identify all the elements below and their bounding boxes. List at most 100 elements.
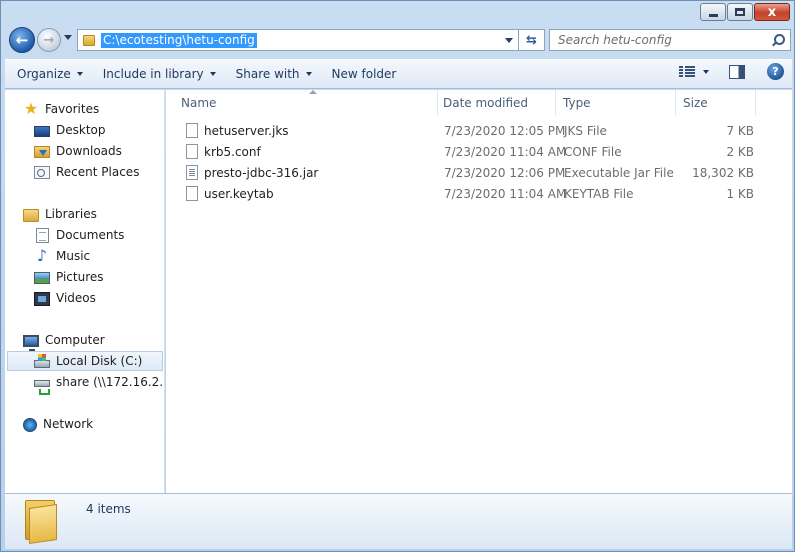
videos-icon [34,291,50,306]
chevron-down-icon [76,72,83,76]
minimize-icon [708,13,718,17]
sidebar-item-label: Local Disk (C:) [56,354,143,368]
network-icon [23,417,37,432]
folder-icon [25,500,59,544]
file-icon [186,144,198,159]
sidebar-item-network[interactable]: Network [23,414,164,434]
refresh-button[interactable]: ⇆ [519,29,545,51]
file-size: 1 KB [726,187,754,201]
search-input[interactable]: Search hetu-config [550,33,771,47]
sidebar-item-videos[interactable]: Videos [34,288,164,308]
sidebar-item-favorites[interactable]: ★ Favorites [23,99,164,119]
preview-pane-icon[interactable] [729,64,745,79]
include-in-library-button[interactable]: Include in library [95,61,224,87]
maximize-button[interactable] [727,3,753,21]
toolbar-right: ? [679,63,784,80]
recent-places-icon [34,166,50,179]
file-type: CONF File [564,145,622,159]
sidebar-item-label: Libraries [45,207,97,221]
new-folder-label: New folder [331,67,397,81]
sidebar-item-label: Documents [56,228,125,242]
help-icon[interactable]: ? [767,63,784,80]
address-dropdown-icon[interactable] [505,38,513,43]
sidebar-item-downloads[interactable]: Downloads [34,141,164,161]
change-view-icon[interactable] [679,65,695,78]
column-header-date-modified[interactable]: Date modified [436,90,556,116]
sidebar-item-music[interactable]: ♪ Music [34,246,164,266]
documents-icon [36,227,49,243]
share-with-button[interactable]: Share with [228,61,320,87]
file-icon [186,186,198,201]
search-icon[interactable] [771,33,785,47]
sidebar-item-label: Music [56,249,91,263]
navigation-bar: ← → C:\ecotesting\hetu-config ⇆ Search h… [5,25,792,55]
column-header-type[interactable]: Type [556,90,676,116]
file-type: KEYTAB File [564,187,634,201]
chevron-down-icon [305,72,312,76]
search-box[interactable]: Search hetu-config [549,29,791,51]
back-button[interactable]: ← [9,27,35,53]
file-size: 2 KB [726,145,754,159]
sidebar-item-local-disk[interactable]: Local Disk (C:) [7,351,163,371]
sidebar-item-label: Recent Places [56,165,140,179]
file-date-modified: 7/23/2020 11:04 AM [444,187,567,201]
file-name: hetuserver.jks [204,124,289,138]
sidebar-item-libraries[interactable]: Libraries [23,204,164,224]
star-icon: ★ [23,99,39,118]
explorer-window: x ← → C:\ecotesting\hetu-config ⇆ Search… [0,0,795,552]
sidebar-item-label: Videos [56,291,96,305]
sort-ascending-icon [309,90,317,94]
column-header-label: Name [181,96,217,110]
details-pane: 4 items [5,493,792,549]
file-date-modified: 7/23/2020 11:04 AM [444,145,567,159]
file-date-modified: 7/23/2020 12:05 PM [444,124,566,138]
sidebar-item-computer[interactable]: Computer [23,330,164,352]
forward-button[interactable]: → [37,28,61,52]
file-icon [186,123,198,138]
forward-arrow-icon: → [43,32,55,48]
sidebar-item-desktop[interactable]: Desktop [34,120,164,140]
sidebar-item-network-share[interactable]: share (\\172.16.2.200 [34,372,164,395]
close-icon: x [767,4,777,20]
network-share-icon [34,380,50,395]
sidebar-item-label: Pictures [56,270,104,284]
view-options-dropdown[interactable] [703,69,709,74]
file-type: JKS File [564,124,607,138]
column-header-label: Type [563,96,591,110]
column-header-name[interactable]: Name [174,90,438,116]
address-bar[interactable]: C:\ecotesting\hetu-config [77,29,519,51]
table-row[interactable]: krb5.conf 7/23/2020 11:04 AM CONF File 2… [180,142,760,163]
new-folder-button[interactable]: New folder [324,61,405,87]
include-in-library-label: Include in library [102,67,204,81]
file-name: presto-jdbc-316.jar [204,166,319,180]
column-header-label: Date modified [443,96,529,110]
table-row[interactable]: presto-jdbc-316.jar 7/23/2020 12:06 PM E… [180,163,760,184]
file-list: Name Date modified Type Size hetuserver.… [166,90,792,493]
music-icon: ♪ [36,246,48,265]
recent-pages-dropdown[interactable] [64,35,72,40]
sidebar-item-label: Computer [45,333,105,347]
sidebar-item-label: share (\\172.16.2.200 [56,375,164,389]
close-button[interactable]: x [754,3,790,21]
desktop-icon [34,125,50,137]
column-header-size[interactable]: Size [676,90,756,116]
address-text[interactable]: C:\ecotesting\hetu-config [101,32,257,48]
sidebar-item-recent-places[interactable]: Recent Places [34,162,164,182]
item-count: 4 items [86,502,131,516]
file-date-modified: 7/23/2020 12:06 PM [444,166,566,180]
maximize-icon [735,8,745,16]
sidebar-item-documents[interactable]: Documents [34,225,164,245]
folder-icon [83,34,95,46]
computer-icon [23,334,39,352]
navigation-pane: ★ Favorites Desktop Downloads Recent Pla… [5,90,165,493]
file-type: Executable Jar File [564,166,674,180]
sidebar-item-pictures[interactable]: Pictures [34,267,164,287]
back-arrow-icon: ← [15,31,29,49]
refresh-icon: ⇆ [526,32,537,48]
organize-button[interactable]: Organize [9,61,91,87]
table-row[interactable]: user.keytab 7/23/2020 11:04 AM KEYTAB Fi… [180,184,760,205]
table-row[interactable]: hetuserver.jks 7/23/2020 12:05 PM JKS Fi… [180,121,760,142]
pictures-icon [34,272,50,284]
minimize-button[interactable] [700,3,726,21]
file-size: 18,302 KB [692,166,754,180]
